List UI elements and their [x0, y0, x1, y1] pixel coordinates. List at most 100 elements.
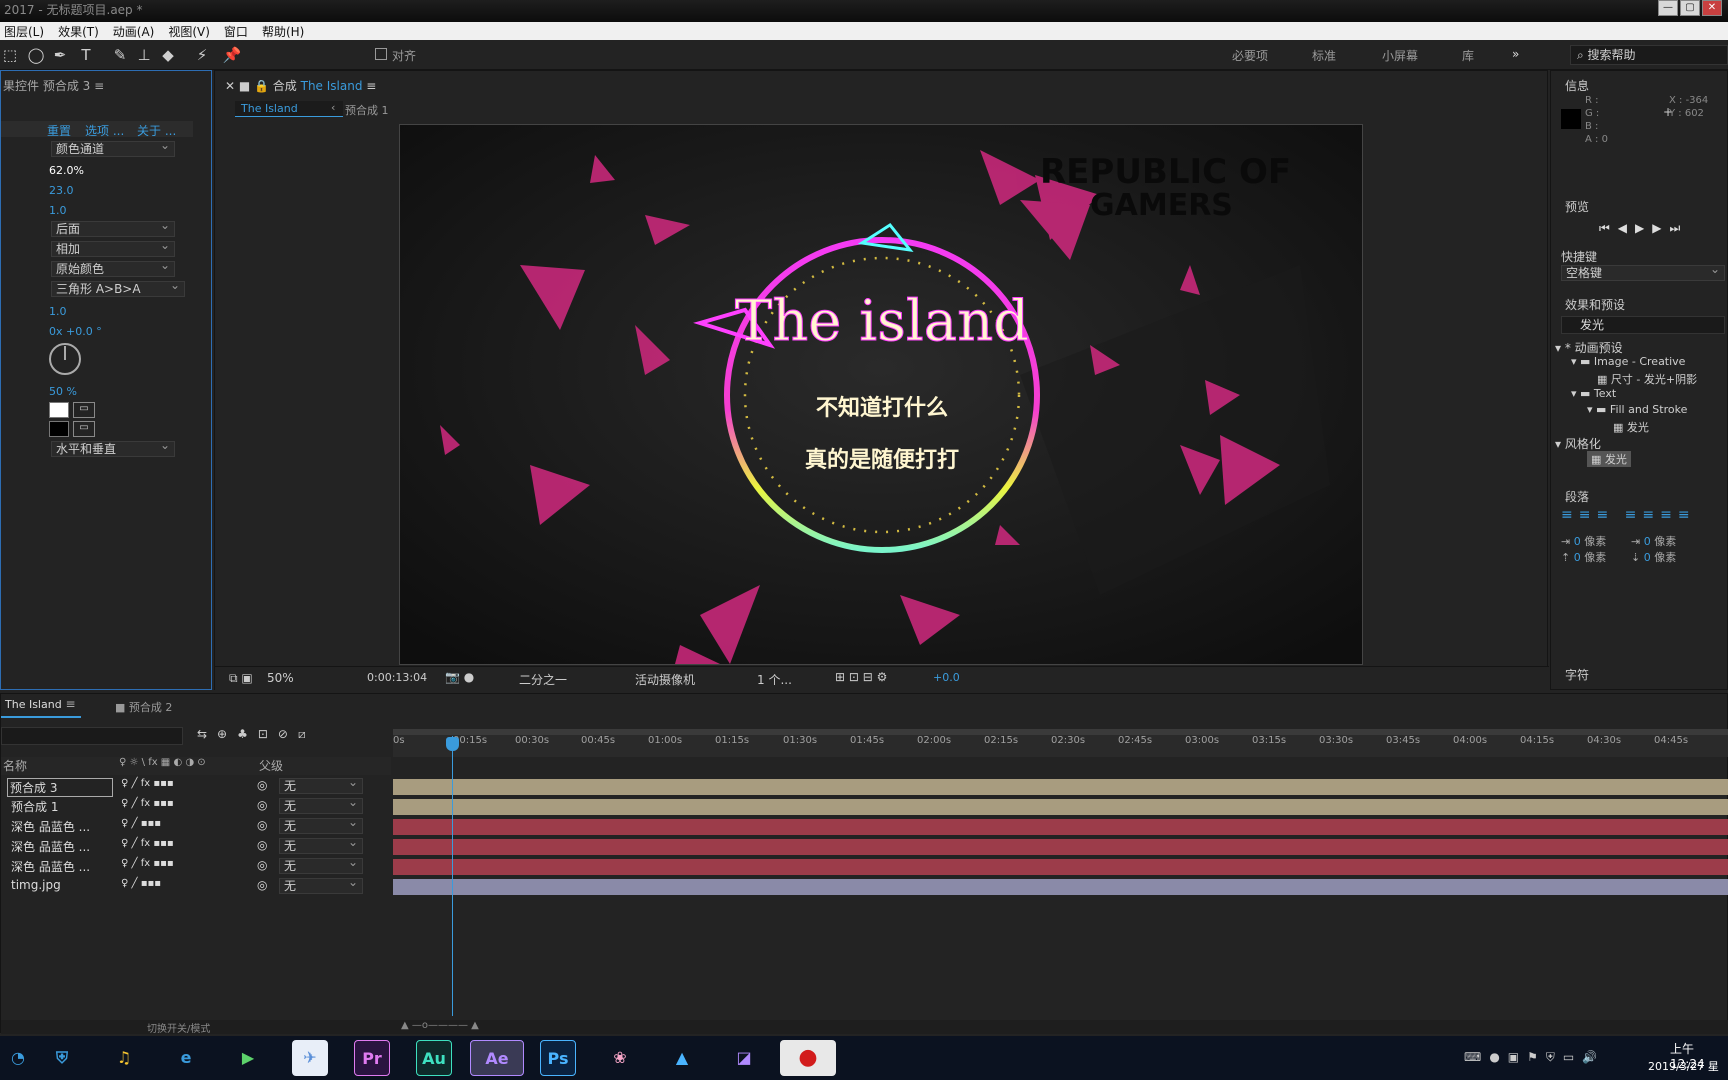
layer-row[interactable]: 深色 品蓝色 ... ♀ ╱ fx ▪▪▪ ◎ 无: [1, 855, 391, 876]
search-help-input[interactable]: ⌕ 搜索帮助: [1570, 45, 1728, 65]
intensity-value[interactable]: 1.0: [49, 204, 67, 217]
music-app-icon[interactable]: ♫: [106, 1040, 142, 1076]
maximize-button[interactable]: ▢: [1680, 0, 1700, 16]
effect-controls-tab[interactable]: 果控件 预合成 3 ≡: [3, 77, 104, 94]
space-before[interactable]: ⇡ 0 像素: [1561, 549, 1606, 565]
menu-layer[interactable]: 图层(L): [4, 23, 44, 40]
layer-bar[interactable]: [393, 819, 1728, 835]
mail-app-icon[interactable]: ✈: [292, 1040, 328, 1076]
workspace-essentials[interactable]: 必要项: [1232, 47, 1268, 64]
layer-row[interactable]: 预合成 3 ♀ ╱ fx ▪▪▪ ◎ 无: [1, 775, 391, 797]
layer-bar[interactable]: [393, 799, 1728, 815]
align-checkbox[interactable]: [375, 48, 387, 60]
tree-size-glow-shadow[interactable]: ▦ 尺寸 - 发光+阴影: [1597, 371, 1697, 387]
tray-icons[interactable]: ⌨●▣⚑⛨▭🔊: [1464, 1050, 1605, 1065]
composite-dropdown[interactable]: 后面: [51, 218, 175, 237]
parent-dropdown[interactable]: 无: [279, 775, 363, 794]
tree-fill-stroke[interactable]: ▾ ▬ Fill and Stroke: [1587, 403, 1687, 416]
pan-behind-icon[interactable]: ⬚: [0, 45, 20, 65]
space-after[interactable]: ⇣ 0 像素: [1631, 549, 1676, 565]
color-b-swatch[interactable]: [49, 421, 69, 437]
tree-glow-effect[interactable]: ▦ 发光: [1587, 451, 1631, 467]
breadcrumb-active[interactable]: The Island: [235, 101, 343, 117]
about-link[interactable]: 关于 ...: [137, 122, 176, 139]
pen-tool-icon[interactable]: ✒: [50, 45, 70, 65]
editor-app-icon[interactable]: ◪: [726, 1040, 762, 1076]
angle-dial[interactable]: [49, 343, 81, 375]
paragraph-align-icons[interactable]: ≡≡≡ ≡≡≡≡: [1561, 507, 1696, 523]
workspace-small-screen[interactable]: 小屏幕: [1382, 47, 1418, 64]
premiere-icon[interactable]: Pr: [354, 1040, 390, 1076]
comp-tab[interactable]: ✕ ■ 🔒 合成 The Island ≡: [225, 77, 376, 94]
layer-row[interactable]: 深色 品蓝色 ... ♀ ╱ fx ▪▪▪ ◎ 无: [1, 835, 391, 856]
search-icon[interactable]: ◔: [0, 1040, 36, 1076]
tree-glow-preset[interactable]: ▦ 发光: [1613, 419, 1649, 435]
workspace-standard[interactable]: 标准: [1312, 47, 1336, 64]
layer-bar[interactable]: [393, 879, 1728, 895]
timeline-switches-icons[interactable]: ⇆⊕♣⊡⊘⧄: [197, 727, 316, 742]
timecode-display[interactable]: 0:00:13:04: [367, 671, 427, 684]
workspace-libraries[interactable]: 库: [1462, 47, 1474, 64]
gradient-dropdown[interactable]: 三角形 A>B>A: [51, 278, 185, 297]
menu-effect[interactable]: 效果(T): [58, 23, 99, 40]
zoom-dropdown[interactable]: 50%: [267, 671, 294, 685]
parent-dropdown[interactable]: 无: [279, 795, 363, 814]
ellipse-tool-icon[interactable]: ◯: [26, 45, 46, 65]
shortcut-dropdown[interactable]: 空格键: [1561, 262, 1725, 281]
parent-dropdown[interactable]: 无: [279, 835, 363, 854]
layer-bar[interactable]: [393, 839, 1728, 855]
tree-image-creative[interactable]: ▾ ▬ Image - Creative: [1571, 355, 1685, 368]
channel-dropdown[interactable]: 颜色通道: [51, 138, 175, 157]
timeline-search-input[interactable]: [1, 727, 183, 745]
timeline-tab-precomp2[interactable]: ■ 预合成 2: [115, 699, 172, 715]
playhead-handle[interactable]: [446, 737, 459, 751]
menu-window[interactable]: 窗口: [224, 23, 248, 40]
switch-mode-toggle[interactable]: 切换开关/模式: [147, 1020, 210, 1035]
close-button[interactable]: ✕: [1702, 0, 1722, 16]
timeline-tab-island[interactable]: The Island ≡: [1, 694, 81, 718]
playhead[interactable]: [452, 736, 453, 1016]
roto-brush-icon[interactable]: ⚡: [192, 45, 212, 65]
exposure-value[interactable]: +0.0: [933, 671, 960, 684]
audition-icon[interactable]: Au: [416, 1040, 452, 1076]
zoom-slider[interactable]: ▲ —o———— ▲: [401, 1020, 479, 1031]
resolution-dropdown[interactable]: 二分之一: [519, 671, 567, 688]
video-player-icon[interactable]: ▶: [230, 1040, 266, 1076]
magnification-icon[interactable]: ⧉ ▣: [229, 671, 253, 686]
arrow-app-icon[interactable]: ▲: [664, 1040, 700, 1076]
photoshop-icon[interactable]: Ps: [540, 1040, 576, 1076]
midpoint-value[interactable]: 50 %: [49, 385, 77, 398]
color-mode-dropdown[interactable]: 原始颜色: [51, 258, 175, 277]
render-options-icon[interactable]: ⊞ ⊡ ⊟ ⚙: [835, 670, 887, 684]
layer-bar[interactable]: [393, 859, 1728, 875]
eyedropper-b-icon[interactable]: ▭: [73, 421, 95, 437]
blend-dropdown[interactable]: 相加: [51, 238, 175, 257]
color-loop-value[interactable]: 1.0: [49, 305, 67, 318]
camera-dropdown[interactable]: 活动摄像机: [635, 671, 695, 688]
reset-link[interactable]: 重置: [47, 122, 71, 139]
clone-stamp-icon[interactable]: ⊥: [134, 45, 154, 65]
parent-dropdown[interactable]: 无: [279, 815, 363, 834]
minimize-button[interactable]: —: [1658, 0, 1678, 16]
angle-value[interactable]: 0x +0.0 °: [49, 325, 102, 338]
color-a-swatch[interactable]: [49, 402, 69, 418]
parent-dropdown[interactable]: 无: [279, 855, 363, 874]
effects-search-input[interactable]: 发光: [1561, 316, 1725, 334]
direction-dropdown[interactable]: 水平和垂直: [51, 438, 175, 457]
tree-stylize[interactable]: ▾ 风格化: [1555, 435, 1601, 452]
radius-value[interactable]: 23.0: [49, 184, 74, 197]
threshold-value[interactable]: 62.0%: [49, 164, 84, 177]
indent-first[interactable]: ⇥ 0 像素: [1631, 533, 1676, 549]
record-icon[interactable]: ●: [780, 1040, 836, 1076]
layer-row[interactable]: 深色 品蓝色 ... ♀ ╱ ▪▪▪ ◎ 无: [1, 815, 391, 836]
parent-dropdown[interactable]: 无: [279, 875, 363, 894]
views-dropdown[interactable]: 1 个...: [757, 671, 792, 688]
shield-icon[interactable]: ⛨: [44, 1040, 80, 1076]
type-tool-icon[interactable]: T: [76, 45, 96, 65]
eyedropper-a-icon[interactable]: ▭: [73, 402, 95, 418]
browser-icon[interactable]: e: [168, 1040, 204, 1076]
layer-row[interactable]: 预合成 1 ♀ ╱ fx ▪▪▪ ◎ 无: [1, 795, 391, 816]
menu-animation[interactable]: 动画(A): [113, 23, 155, 40]
indent-left[interactable]: ⇥ 0 像素: [1561, 533, 1606, 549]
time-ruler[interactable]: 0s 00:15s 00:30s 00:45s 01:00s 01:15s 01…: [393, 729, 1728, 757]
